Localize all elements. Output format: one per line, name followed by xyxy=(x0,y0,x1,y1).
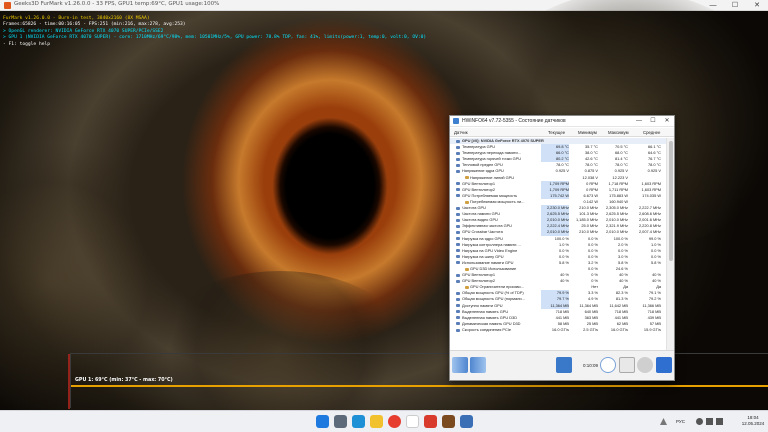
sensor-icon xyxy=(456,279,460,283)
column-header[interactable]: Среднее xyxy=(643,130,660,135)
sensor-icon xyxy=(456,218,460,222)
sensor-table[interactable]: GPU [#0]: NVIDIA GeForce RTX 4070 SUPER Т… xyxy=(450,138,668,350)
sensor-icon xyxy=(456,212,460,216)
gpu-icon xyxy=(456,139,460,143)
elapsed-time: 0:10:09 xyxy=(583,363,599,368)
sensor-icon xyxy=(456,273,460,277)
column-header[interactable]: Текущее xyxy=(548,130,565,135)
sensor-icon xyxy=(456,170,460,174)
hwinfo-title: HWiNFO64 v7.72-5355 - Состояние датчиков xyxy=(462,118,566,124)
sensor-icon xyxy=(465,267,469,271)
minimize-icon[interactable]: — xyxy=(632,116,646,127)
sensor-row[interactable]: Скорость соединения PCIe 16.0 GT/s 2.5 GT/… xyxy=(450,327,668,333)
edge-icon[interactable] xyxy=(352,415,365,428)
sensor-icon xyxy=(456,163,460,167)
system-tray: РУС 18:04 12.05.2024 xyxy=(648,411,768,432)
sensor-icon xyxy=(456,310,460,314)
sensor-current: 16.0 GT/s xyxy=(551,326,569,332)
column-header[interactable]: Максимум xyxy=(608,130,629,135)
sensor-icon xyxy=(456,243,460,247)
chrome-icon[interactable] xyxy=(388,415,401,428)
sensor-icon xyxy=(456,237,460,241)
hwinfo-toolbar: 0:10:09 xyxy=(450,350,674,380)
taskbar: РУС 18:04 12.05.2024 xyxy=(0,410,768,432)
store-icon[interactable] xyxy=(424,415,437,428)
settings-icon[interactable] xyxy=(637,357,653,373)
network-icon[interactable] xyxy=(556,357,572,373)
sensor-icon xyxy=(456,291,460,295)
sensor-icon xyxy=(456,206,460,210)
sensor-icon xyxy=(456,182,460,186)
clock[interactable]: 18:04 12.05.2024 xyxy=(740,415,766,427)
sensor-icon xyxy=(456,145,460,149)
sensor-table-header: Датчик Текущее Минимум Максимум Среднее xyxy=(450,128,674,137)
close-sensors-icon[interactable] xyxy=(656,357,672,373)
furmark-osd: FurMark v1.26.0.0 - Burn-in test, 3840x2… xyxy=(3,16,426,48)
furmark-title: Geeks3D FurMark v1.26.0.0 - 33 FPS, GPU1… xyxy=(14,1,220,7)
language-indicator[interactable]: РУС xyxy=(676,419,685,424)
sensor-icon xyxy=(456,194,460,198)
clock-date: 12.05.2024 xyxy=(741,421,765,426)
sensor-icon xyxy=(456,249,460,253)
close-icon[interactable]: ✕ xyxy=(660,116,674,127)
sensor-icon xyxy=(456,188,460,192)
report-icon[interactable] xyxy=(619,357,635,373)
sensor-icon xyxy=(456,157,460,161)
scrollbar-thumb[interactable] xyxy=(669,141,673,261)
volume-icon[interactable] xyxy=(706,418,713,425)
sensor-icon xyxy=(456,328,460,332)
osd-line: > GPU 1 (NVIDIA GeForce RTX 4070 SUPER) … xyxy=(3,35,427,41)
start-icon[interactable] xyxy=(316,415,329,428)
maximize-icon[interactable]: ☐ xyxy=(646,116,660,127)
sensor-icon xyxy=(456,255,460,259)
sensor-icon xyxy=(456,231,460,234)
wifi-icon[interactable] xyxy=(696,418,703,425)
sensor-min: 2.5 GT/s xyxy=(583,326,598,332)
sensor-avg: 15.9 GT/s xyxy=(643,326,661,332)
temperature-line xyxy=(71,385,768,387)
sensor-icon xyxy=(456,224,460,228)
graph-label: GPU 1: 69°C (min: 37°C - max: 70°C) xyxy=(75,378,173,383)
furmark-taskbar-icon[interactable] xyxy=(442,415,455,428)
furmark-app-icon xyxy=(4,2,11,9)
sensor-icon xyxy=(456,298,460,302)
sensor-icon xyxy=(456,151,460,155)
sensor-icon xyxy=(456,261,460,265)
maximize-icon[interactable]: ☐ xyxy=(724,0,746,11)
sensor-icon xyxy=(465,285,469,289)
sensor-max: 16.0 GT/s xyxy=(610,326,628,332)
column-header[interactable]: Минимум xyxy=(578,130,597,135)
hwinfo-window[interactable]: HWiNFO64 v7.72-5355 - Состояние датчиков… xyxy=(449,115,675,381)
scrollbar[interactable] xyxy=(666,138,674,350)
chevron-up-icon[interactable] xyxy=(660,418,667,425)
clock-icon[interactable] xyxy=(600,357,616,373)
column-header[interactable]: Датчик xyxy=(454,130,468,135)
nav-right-icon[interactable] xyxy=(470,357,486,373)
search-icon[interactable] xyxy=(334,415,347,428)
file-explorer-icon[interactable] xyxy=(370,415,383,428)
hwinfo-app-icon xyxy=(453,118,459,124)
hwinfo-titlebar[interactable]: HWiNFO64 v7.72-5355 - Состояние датчиков… xyxy=(450,116,674,127)
yandex-icon[interactable] xyxy=(406,415,419,428)
osd-line: - F1: toggle help xyxy=(3,41,51,47)
graph-marker xyxy=(68,354,70,409)
sensor-icon xyxy=(456,322,460,326)
sensor-name: Скорость соединения PCIe xyxy=(462,326,512,332)
close-icon[interactable]: ✕ xyxy=(746,0,768,11)
sensor-icon xyxy=(456,304,460,308)
battery-icon[interactable] xyxy=(716,418,723,425)
nav-left-icon[interactable] xyxy=(452,357,468,373)
sensor-icon xyxy=(465,200,469,204)
hwinfo-taskbar-icon[interactable] xyxy=(460,415,473,428)
sensor-icon xyxy=(456,316,460,320)
sensor-icon xyxy=(465,176,469,180)
